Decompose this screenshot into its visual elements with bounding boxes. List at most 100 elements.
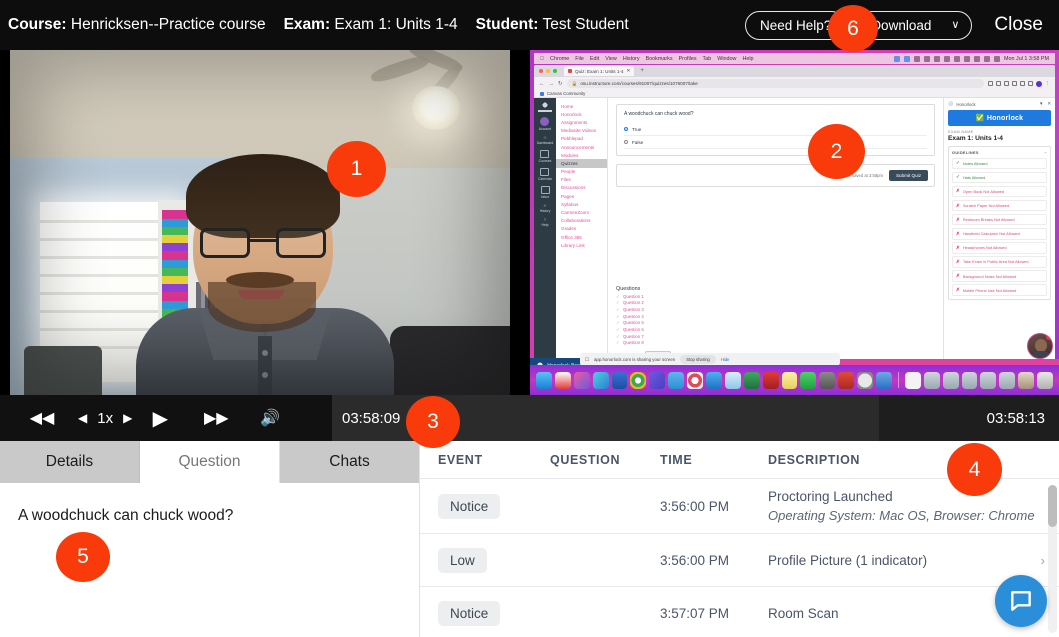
events-scrollbar[interactable]: [1048, 485, 1057, 633]
menu-help: Help: [738, 55, 753, 62]
chat-bubble-icon: [1011, 591, 1031, 611]
coursenav-item[interactable]: People: [556, 168, 607, 176]
close-button[interactable]: Close: [994, 14, 1043, 36]
globalnav-help[interactable]: ? Help: [542, 218, 549, 227]
download-label: Download: [871, 17, 932, 33]
webcam-video-panel[interactable]: Play/Pause: [0, 50, 530, 395]
guideline-item: ✗ Background Noise Not Allowed: [952, 270, 1047, 282]
guidelines-card: GUIDELINES − ✓ Notes Allowed ✓ Hats Allo…: [948, 146, 1051, 300]
close-icon[interactable]: ✕: [1047, 101, 1051, 107]
browser-action-icons: ⋮: [987, 80, 1051, 87]
globalnav-account[interactable]: Account: [539, 117, 551, 131]
picture-in-picture-webcam[interactable]: [1027, 333, 1053, 359]
address-bar[interactable]: 🔒 osu.instructure.com/courses/91007/quiz…: [566, 79, 984, 88]
cross-icon: ✗: [956, 230, 960, 236]
scrollbar-thumb[interactable]: [1048, 485, 1057, 527]
webcam-feed: [10, 50, 510, 395]
coursenav-item[interactable]: Announcements: [556, 143, 607, 151]
question-link[interactable]: Question 8: [616, 340, 702, 347]
browser-tab[interactable]: Quiz: Exam 1: Units 1-4 ✕: [564, 66, 635, 76]
chevron-right-icon[interactable]: ›: [1041, 553, 1045, 568]
screen-share-icon: [894, 55, 901, 62]
description-cell: Proctoring Launched Operating System: Ma…: [768, 487, 1045, 525]
window-close-icon: [539, 69, 543, 73]
chrome-menu-icon[interactable]: ⋮: [1045, 81, 1051, 87]
mac-status-icons: Mon Jul 1 3:58 PM: [894, 55, 1049, 62]
menu-edit: Edit: [585, 55, 599, 62]
hide-share-button[interactable]: Hide: [721, 357, 730, 362]
question-link[interactable]: Question 7: [616, 334, 702, 341]
chat-widget-button[interactable]: [995, 575, 1047, 627]
play-pause-button[interactable]: ▶: [132, 406, 188, 431]
event-cell: Notice: [438, 493, 550, 519]
coursenav-item[interactable]: Files: [556, 176, 607, 184]
dock-mail-icon: [706, 371, 722, 389]
time-cell: 3:56:00 PM: [660, 552, 730, 568]
coursenav-item[interactable]: CarmenZoom: [556, 208, 607, 216]
coursenav-item[interactable]: Home: [556, 102, 607, 110]
coursenav-item[interactable]: Office 365: [556, 233, 607, 241]
table-row[interactable]: Notice 3:57:07 PM Room Scan: [420, 587, 1059, 637]
coursenav-item[interactable]: Library Link: [556, 241, 607, 249]
tab-details[interactable]: Details: [0, 441, 140, 483]
new-tab-button[interactable]: +: [640, 68, 644, 74]
pin-icon[interactable]: ▼: [1039, 101, 1043, 107]
question-link[interactable]: Question 4: [616, 314, 702, 321]
quiz-question-card: A woodchuck can chuck wood? True False: [616, 104, 935, 156]
globalnav-dashboard[interactable]: ☉ Dashboard: [537, 136, 554, 145]
playback-speed-value: 1x: [97, 409, 114, 427]
table-row[interactable]: Low 3:56:00 PM Profile Picture (1 indica…: [420, 534, 1059, 588]
coursenav-item[interactable]: Modules: [556, 151, 607, 159]
question-link[interactable]: Question 1: [616, 294, 702, 301]
question-link[interactable]: Question 5: [616, 320, 702, 327]
guideline-item: ✗ Restroom Breaks Not Allowed: [952, 213, 1047, 226]
coursenav-item[interactable]: Pages: [556, 192, 607, 200]
speed-decrease-icon[interactable]: ◀: [78, 411, 87, 425]
annotation-badge-4: 4: [947, 443, 1002, 496]
volume-button[interactable]: 🔊: [244, 408, 296, 428]
annotation-badge-2: 2: [808, 124, 865, 179]
cross-icon: ✗: [956, 258, 960, 264]
description-sub: Operating System: Mac OS, Browser: Chrom…: [768, 507, 1035, 523]
coursenav-item[interactable]: Grades: [556, 225, 607, 233]
quiz-option-false[interactable]: False: [624, 136, 927, 149]
back-icon[interactable]: ←: [539, 81, 545, 87]
cross-icon: ✗: [956, 287, 960, 293]
reload-icon[interactable]: ↻: [558, 81, 563, 87]
description-cell: Profile Picture (1 indicator): [768, 551, 1041, 571]
coursenav-item[interactable]: Pebblepad: [556, 135, 607, 143]
globalnav-history[interactable]: ⏱ History: [540, 204, 551, 213]
coursenav-item[interactable]: Mediasite Videos: [556, 127, 607, 135]
quiz-option-true[interactable]: True: [624, 123, 927, 136]
coursenav-item[interactable]: Collaborations: [556, 217, 607, 225]
coursenav-item[interactable]: Syllabus: [556, 200, 607, 208]
guideline-item: ✗ Scratch Paper Not Allowed: [952, 199, 1047, 212]
submit-quiz-button[interactable]: Submit Quiz: [888, 170, 928, 181]
forward-icon[interactable]: →: [549, 81, 555, 87]
elapsed-time: 03:58:09: [342, 409, 401, 427]
globalnav-calendar[interactable]: Calendar: [538, 168, 552, 181]
globalnav-courses[interactable]: Courses: [539, 150, 551, 163]
mac-menu-bar:  Chrome File Edit View History Bookmark…: [534, 53, 1055, 64]
globalnav-inbox[interactable]: Inbox: [540, 186, 550, 199]
tab-question[interactable]: Question: [140, 441, 280, 483]
question-link[interactable]: Question 3: [616, 307, 702, 314]
install-icon: [1011, 81, 1017, 86]
share-icon: [987, 81, 993, 86]
coursenav-item[interactable]: Honorlock: [556, 110, 607, 118]
coursenav-item[interactable]: Discussions: [556, 184, 607, 192]
time-cell: 3:56:00 PM: [660, 498, 730, 514]
stop-sharing-button[interactable]: Stop sharing: [680, 355, 716, 364]
coursenav-item-quizzes[interactable]: Quizzes: [556, 159, 607, 168]
question-link[interactable]: Question 2: [616, 300, 702, 307]
coursenav-item[interactable]: Assignments: [556, 118, 607, 126]
tab-chats[interactable]: Chats: [280, 441, 419, 483]
fast-forward-button[interactable]: ▶▶: [188, 408, 244, 428]
speed-increase-icon[interactable]: ▶: [123, 411, 132, 425]
question-link[interactable]: Question 6: [616, 327, 702, 334]
rewind-button[interactable]: ◀◀: [20, 408, 64, 428]
honorlock-window-bar: ⚪ Honorlock ▼ ✕: [948, 101, 1051, 107]
courses-icon: [540, 150, 550, 158]
screen-recording-panel[interactable]:  Chrome File Edit View History Bookmark…: [530, 50, 1059, 395]
collapse-icon[interactable]: −: [1044, 150, 1047, 155]
